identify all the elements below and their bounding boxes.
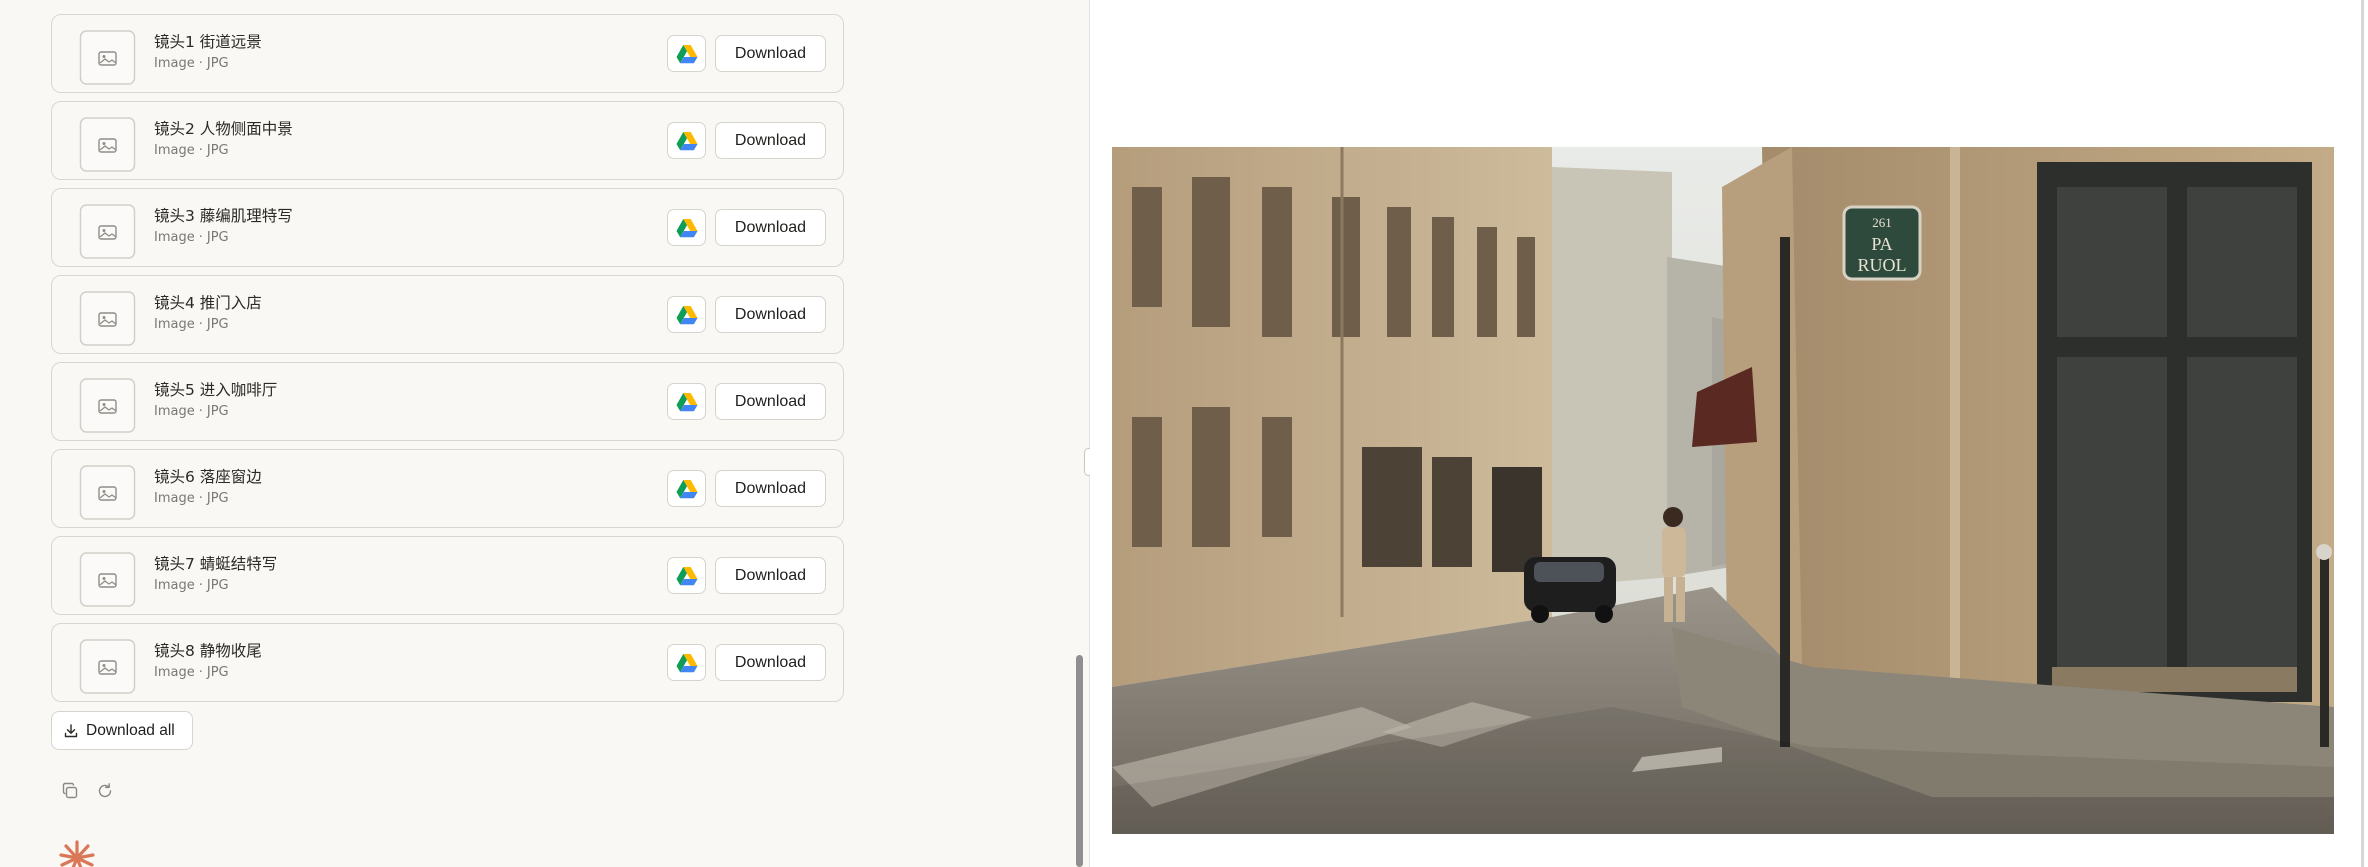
file-extension: JPG: [206, 491, 229, 506]
download-button[interactable]: Download: [715, 644, 826, 681]
google-drive-icon: [676, 218, 697, 237]
retry-icon[interactable]: [95, 781, 115, 801]
meta-separator: ·: [198, 230, 203, 245]
meta-separator: ·: [198, 56, 203, 71]
save-to-drive-button[interactable]: [667, 470, 706, 507]
save-to-drive-button[interactable]: [667, 296, 706, 333]
artifact-list-panel: 镜头1 街道远景 Image · JPG Download 镜头2 人物侧面中景 I…: [0, 0, 1090, 867]
file-extension: JPG: [206, 56, 229, 71]
meta-separator: ·: [198, 491, 203, 506]
save-to-drive-button[interactable]: [667, 644, 706, 681]
file-name: 镜头6 落座窗边: [154, 468, 262, 486]
file-name: 镜头7 蜻蜓结特写: [154, 555, 278, 573]
file-name: 镜头5 进入咖啡厅: [154, 381, 278, 399]
image-placeholder-icon: [78, 376, 137, 435]
file-meta: Image · JPG: [154, 665, 229, 680]
file-type: Image: [154, 491, 195, 506]
save-to-drive-button[interactable]: [667, 122, 706, 159]
download-all-label: Download all: [86, 721, 175, 739]
file-meta: Image · JPG: [154, 404, 229, 419]
file-meta: Image · JPG: [154, 578, 229, 593]
file-extension: JPG: [206, 665, 229, 680]
file-card: 镜头2 人物侧面中景 Image · JPG Download: [51, 101, 844, 180]
file-name: 镜头3 藤编肌理特写: [154, 207, 293, 225]
file-type: Image: [154, 143, 195, 158]
file-extension: JPG: [206, 143, 229, 158]
file-extension: JPG: [206, 230, 229, 245]
image-placeholder-icon: [78, 550, 137, 609]
file-card: 镜头6 落座窗边 Image · JPG Download: [51, 449, 844, 528]
save-to-drive-button[interactable]: [667, 35, 706, 72]
download-icon: [64, 723, 78, 737]
sign-line-1: PA: [1871, 234, 1892, 254]
preview-panel: 261 PA RUOL: [1090, 0, 2368, 867]
scrollbar[interactable]: [2361, 0, 2364, 867]
file-type: Image: [154, 578, 195, 593]
file-extension: JPG: [206, 578, 229, 593]
meta-separator: ·: [198, 404, 203, 419]
download-button[interactable]: Download: [715, 209, 826, 246]
image-placeholder-icon: [78, 115, 137, 174]
file-type: Image: [154, 404, 195, 419]
download-button[interactable]: Download: [715, 557, 826, 594]
file-type: Image: [154, 665, 195, 680]
file-name: 镜头2 人物侧面中景: [154, 120, 293, 138]
street-photo-preview: 261 PA RUOL: [1112, 147, 2334, 834]
sign-number: 261: [1872, 215, 1892, 230]
file-meta: Image · JPG: [154, 230, 229, 245]
google-drive-icon: [676, 566, 697, 585]
file-card: 镜头3 藤编肌理特写 Image · JPG Download: [51, 188, 844, 267]
google-drive-icon: [676, 305, 697, 324]
google-drive-icon: [676, 44, 697, 63]
file-extension: JPG: [206, 404, 229, 419]
file-name: 镜头1 街道远景: [154, 33, 262, 51]
image-placeholder-icon: [78, 637, 137, 696]
claude-spark-logo: [57, 838, 97, 867]
file-type: Image: [154, 56, 195, 71]
download-button[interactable]: Download: [715, 296, 826, 333]
download-button[interactable]: Download: [715, 470, 826, 507]
file-name: 镜头8 静物收尾: [154, 642, 262, 660]
save-to-drive-button[interactable]: [667, 209, 706, 246]
meta-separator: ·: [198, 143, 203, 158]
file-card: 镜头7 蜻蜓结特写 Image · JPG Download: [51, 536, 844, 615]
google-drive-icon: [676, 479, 697, 498]
copy-icon[interactable]: [60, 781, 80, 801]
image-placeholder-icon: [78, 463, 137, 522]
download-button[interactable]: Download: [715, 122, 826, 159]
google-drive-icon: [676, 392, 697, 411]
image-placeholder-icon: [78, 28, 137, 87]
file-name: 镜头4 推门入店: [154, 294, 262, 312]
file-meta: Image · JPG: [154, 491, 229, 506]
image-placeholder-icon: [78, 289, 137, 348]
file-type: Image: [154, 230, 195, 245]
file-card: 镜头4 推门入店 Image · JPG Download: [51, 275, 844, 354]
file-meta: Image · JPG: [154, 56, 229, 71]
google-drive-icon: [676, 131, 697, 150]
file-extension: JPG: [206, 317, 229, 332]
google-drive-icon: [676, 653, 697, 672]
file-type: Image: [154, 317, 195, 332]
meta-separator: ·: [198, 665, 203, 680]
download-button[interactable]: Download: [715, 383, 826, 420]
file-card: 镜头5 进入咖啡厅 Image · JPG Download: [51, 362, 844, 441]
image-placeholder-icon: [78, 202, 137, 261]
download-button[interactable]: Download: [715, 35, 826, 72]
download-all-button[interactable]: Download all: [51, 711, 193, 750]
file-meta: Image · JPG: [154, 317, 229, 332]
file-meta: Image · JPG: [154, 143, 229, 158]
save-to-drive-button[interactable]: [667, 383, 706, 420]
sign-line-2: RUOL: [1858, 255, 1907, 275]
save-to-drive-button[interactable]: [667, 557, 706, 594]
file-card: 镜头1 街道远景 Image · JPG Download: [51, 14, 844, 93]
scrollbar-thumb[interactable]: [1076, 655, 1083, 867]
meta-separator: ·: [198, 317, 203, 332]
file-card: 镜头8 静物收尾 Image · JPG Download: [51, 623, 844, 702]
meta-separator: ·: [198, 578, 203, 593]
